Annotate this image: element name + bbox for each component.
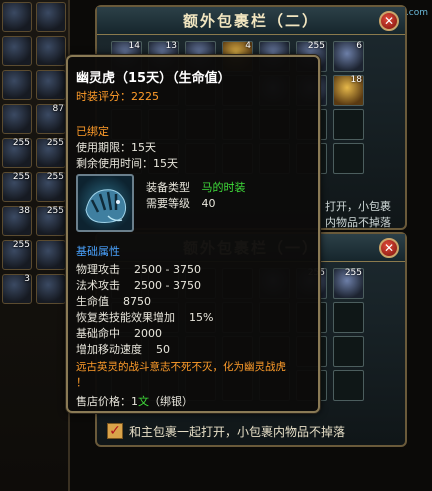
inventory-slot[interactable]: 3 bbox=[2, 274, 32, 304]
equip-type-row: 装备类型 马的时装 bbox=[146, 179, 246, 195]
inventory-slot[interactable] bbox=[36, 2, 66, 32]
stack-count: 18 bbox=[350, 75, 362, 85]
required-level-value: 40 bbox=[201, 197, 216, 210]
stack-count: 13 bbox=[165, 41, 177, 51]
attr-value: 2500 - 3750 bbox=[134, 263, 201, 276]
bag-slot[interactable]: 6 bbox=[333, 41, 364, 72]
inventory-slot[interactable]: 255 bbox=[2, 172, 32, 202]
attr-row: 法术攻击 2500 - 3750 bbox=[76, 277, 201, 293]
inventory-slot[interactable] bbox=[2, 104, 32, 134]
flavor-text-line1: 远古英灵的战斗意志不死不灭，化为幽灵战虎 bbox=[76, 361, 286, 373]
attr-value: 8750 bbox=[123, 295, 151, 308]
attr-row: 增加移动速度 50 bbox=[76, 341, 170, 357]
extra-bag-one-footer: ✓ 和主包裹一起打开，小包裹内物品不掉落 bbox=[107, 420, 395, 442]
required-level-label: 需要等级 bbox=[146, 197, 190, 210]
sell-price-unit: 文 bbox=[138, 395, 149, 408]
close-bag-one-button[interactable]: ✕ bbox=[379, 238, 399, 258]
stack-count: 255 bbox=[46, 172, 64, 182]
stack-count: 255 bbox=[12, 172, 30, 182]
bag-slot[interactable] bbox=[333, 109, 364, 140]
bag-two-footer-text: 打开，小包裹内物品不掉落 bbox=[325, 200, 391, 229]
stack-count: 255 bbox=[307, 41, 325, 51]
flavor-text-line2: ！ bbox=[76, 376, 87, 389]
equip-type-value: 马的时装 bbox=[201, 181, 246, 194]
inventory-slot[interactable]: 87 bbox=[36, 104, 66, 134]
stack-count: 255 bbox=[46, 206, 64, 216]
equip-type-label: 装备类型 bbox=[146, 181, 190, 194]
stack-count: 38 bbox=[18, 206, 30, 216]
sell-price-note: （绑银） bbox=[149, 395, 193, 408]
item-tooltip: 幽灵虎（15天）（生命值） 时装评分：2225 已绑定 使用期限：15天 剩余使… bbox=[66, 55, 320, 413]
extra-bag-two-footer: 打开，小包裹内物品不掉落 bbox=[325, 200, 399, 229]
bag-slot[interactable]: 18 bbox=[333, 75, 364, 106]
inventory-slot[interactable]: 255 bbox=[36, 172, 66, 202]
attr-value: 50 bbox=[156, 343, 170, 356]
bag-slot[interactable] bbox=[333, 302, 364, 333]
attr-row: 物理攻击 2500 - 3750 bbox=[76, 261, 201, 277]
sell-price-row: 售店价格：1文（绑银） bbox=[76, 393, 193, 409]
inventory-slot[interactable] bbox=[36, 70, 66, 100]
attr-name: 恢复类技能效果增加 bbox=[76, 311, 175, 324]
attr-value: 2000 bbox=[134, 327, 162, 340]
sell-price-label: 售店价格： bbox=[76, 395, 131, 408]
inventory-slot[interactable] bbox=[2, 2, 32, 32]
usage-limit: 使用期限：15天 bbox=[76, 141, 156, 154]
stack-count: 255 bbox=[12, 240, 30, 250]
inventory-slot[interactable] bbox=[2, 70, 32, 100]
inventory-slot[interactable] bbox=[36, 240, 66, 270]
ghost-tiger-item-icon bbox=[76, 174, 134, 232]
extra-bag-two-title: 额外包裹栏（二） bbox=[97, 7, 405, 35]
open-with-main-label: 和主包裹一起打开，小包裹内物品不掉落 bbox=[129, 424, 346, 439]
inventory-slot[interactable]: 255 bbox=[36, 138, 66, 168]
attr-row: 恢复类技能效果增加 15% bbox=[76, 309, 213, 325]
attr-row: 基础命中 2000 bbox=[76, 325, 162, 341]
open-with-main-checkbox[interactable]: ✓ bbox=[107, 423, 123, 439]
inventory-slot[interactable] bbox=[2, 36, 32, 66]
attr-name: 基础命中 bbox=[76, 327, 120, 340]
remaining-time: 剩余使用时间：15天 bbox=[76, 157, 178, 170]
main-inventory-strip: 87 255 255 255 255 38 255 255 3 bbox=[0, 0, 70, 491]
base-attributes-heading: 基础属性 bbox=[76, 245, 120, 258]
attr-row: 生命值 8750 bbox=[76, 293, 151, 309]
attr-name: 物理攻击 bbox=[76, 263, 120, 276]
stack-count: 87 bbox=[52, 104, 64, 114]
bound-status: 已绑定 bbox=[76, 125, 109, 138]
inventory-slot[interactable]: 255 bbox=[36, 206, 66, 236]
bag-slot[interactable] bbox=[333, 370, 364, 401]
required-level-row: 需要等级 40 bbox=[146, 195, 216, 211]
stack-count: 255 bbox=[46, 138, 64, 148]
bag-slot[interactable] bbox=[333, 143, 364, 174]
bag-slot[interactable] bbox=[333, 336, 364, 367]
item-name: 幽灵虎（15天）（生命值） bbox=[76, 71, 231, 86]
stack-count: 6 bbox=[356, 41, 362, 51]
inventory-slot[interactable]: 38 bbox=[2, 206, 32, 236]
stack-count: 14 bbox=[128, 41, 140, 51]
inventory-slot[interactable]: 255 bbox=[2, 138, 32, 168]
fashion-score: 时装评分：2225 bbox=[76, 90, 159, 103]
inventory-slot[interactable]: 255 bbox=[2, 240, 32, 270]
sell-price-value: 1 bbox=[131, 395, 138, 408]
stack-count: 255 bbox=[344, 268, 362, 278]
stack-count: 255 bbox=[12, 138, 30, 148]
attr-name: 生命值 bbox=[76, 295, 109, 308]
attr-name: 法术攻击 bbox=[76, 279, 120, 292]
inventory-slot[interactable] bbox=[36, 274, 66, 304]
stack-count: 3 bbox=[24, 274, 30, 284]
attr-value: 15% bbox=[189, 311, 214, 324]
stack-count: 4 bbox=[245, 41, 251, 51]
bag-slot[interactable]: 255 bbox=[333, 268, 364, 299]
inventory-slot[interactable] bbox=[36, 36, 66, 66]
close-bag-two-button[interactable]: ✕ bbox=[379, 11, 399, 31]
attr-value: 2500 - 3750 bbox=[134, 279, 201, 292]
attr-name: 增加移动速度 bbox=[76, 343, 142, 356]
